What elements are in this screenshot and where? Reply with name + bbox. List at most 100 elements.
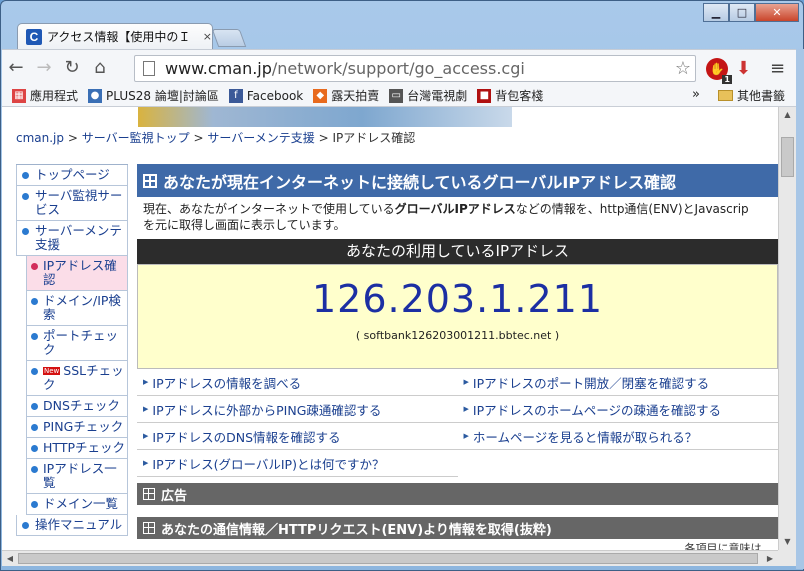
browser-toolbar: ← → ↻ ⌂ www.cman.jp/network/support/go_a… — [2, 49, 804, 85]
bookmark-plus28[interactable]: ● PLUS28 論壇|討論區 — [88, 87, 219, 104]
intro-text: 現在、あなたがインターネットで使用しているグローバルIPアドレスなどの情報を、h… — [137, 197, 778, 235]
bookmark-apps[interactable]: ▦ 應用程式 — [12, 87, 78, 104]
reload-button[interactable]: ↻ — [58, 54, 86, 82]
tab-active[interactable]: C アクセス情報【使用中のＩ × — [17, 23, 213, 49]
link-port-check[interactable]: IPアドレスのポート開放／閉塞を確認する — [457, 369, 778, 396]
link-homepage-check[interactable]: IPアドレスのホームページの疎通を確認する — [457, 396, 778, 423]
breadcrumb-root-link[interactable]: cman.jp — [16, 131, 64, 145]
breadcrumb-separator: > — [67, 131, 78, 145]
other-bookmarks-label: 其他書籤 — [737, 89, 786, 103]
back-button[interactable]: ← — [2, 54, 30, 82]
menu-icon[interactable]: ≡ — [770, 58, 785, 79]
close-window-button[interactable]: ✕ — [755, 3, 799, 22]
scroll-up-arrow-icon[interactable]: ▲ — [779, 107, 796, 123]
sidebar-item-port-check[interactable]: ポートチェック — [26, 326, 128, 361]
bookmark-tv[interactable]: ▭ 台灣電視劇 — [389, 87, 467, 104]
page-icon — [143, 61, 155, 76]
sidebar-item-monitor-service[interactable]: サーバ監視サービス — [16, 186, 128, 221]
facebook-icon: f — [228, 88, 243, 103]
sidebar-item-ip-check[interactable]: IPアドレス確認 — [26, 256, 128, 291]
site-favicon-icon: C — [26, 28, 42, 45]
env-heading: あなたの通信情報／HTTPリクエスト(ENV)より情報を取得(抜粋) — [161, 522, 552, 538]
title-bar: C アクセス情報【使用中のＩ × ▁ □ ✕ — [1, 1, 803, 49]
bookmark-label: PLUS28 論壇|討論區 — [106, 89, 219, 103]
sidebar-item-top[interactable]: トップページ — [16, 165, 128, 186]
header-banner-image — [138, 107, 512, 127]
ad-label: 広告 — [161, 488, 188, 504]
breadcrumb-maint-link[interactable]: サーバーメンテ支援 — [207, 131, 314, 145]
extension-badge: 1 — [722, 75, 732, 84]
tab-close-icon[interactable]: × — [203, 30, 212, 43]
sidebar-item-ping-check[interactable]: PINGチェック — [26, 417, 128, 438]
section-grid-icon — [143, 522, 155, 534]
home-button[interactable]: ⌂ — [86, 54, 114, 82]
hostname-value: ( softbank126203001211.bbtec.net ) — [355, 329, 560, 342]
url-text: www.cman.jp/network/support/go_access.cg… — [165, 59, 525, 78]
sidebar-item-maint-support[interactable]: サーバーメンテ支援 — [16, 221, 128, 256]
bookmark-backpacker[interactable]: ■ 背包客棧 — [477, 87, 543, 104]
forward-button[interactable]: → — [30, 54, 58, 82]
sidebar-item-ssl-check[interactable]: New SSLチェック — [26, 361, 128, 396]
bookmark-label: 背包客棧 — [495, 89, 544, 103]
intro-pre: 現在、あなたがインターネットで使用している — [143, 202, 395, 216]
page-title: あなたが現在インターネットに接続しているグローバルIPアドレス確認 — [163, 172, 677, 192]
apps-icon: ▦ — [12, 88, 26, 103]
bookmark-label: 台灣電視劇 — [407, 89, 468, 103]
vertical-scrollbar[interactable]: ▲ ▼ — [778, 107, 796, 550]
page-heading-bar: あなたが現在インターネットに接続しているグローバルIPアドレス確認 — [137, 164, 778, 197]
other-bookmarks-folder[interactable]: 其他書籤 — [718, 87, 785, 104]
section-grid-icon — [143, 488, 155, 500]
browser-window: C アクセス情報【使用中のＩ × ▁ □ ✕ ← → ↻ ⌂ www.cman.… — [0, 0, 804, 571]
url-path: /network/support/go_access.cgi — [271, 59, 525, 78]
bookmarks-more-chevron-icon[interactable]: » — [692, 87, 700, 102]
extension-download-icon[interactable]: ⬇ — [736, 58, 751, 79]
page-viewport: cman.jp > サーバー監視トップ > サーバーメンテ支援 > IPアドレス… — [2, 107, 778, 550]
ip-box-title: あなたの利用しているIPアドレス — [137, 239, 778, 264]
sidebar-item-manual[interactable]: 操作マニュアル — [16, 515, 128, 536]
intro-post: などの情報を、http通信(ENV)とJavascrip — [515, 202, 749, 216]
vertical-scroll-thumb[interactable] — [781, 137, 794, 177]
intro-bold: グローバルIPアドレス — [394, 202, 516, 216]
scroll-left-arrow-icon[interactable]: ◀ — [2, 551, 18, 567]
window-right-border — [796, 49, 804, 569]
scroll-right-arrow-icon[interactable]: ▶ — [762, 551, 778, 567]
bookmark-star-icon[interactable]: ☆ — [675, 58, 691, 79]
horizontal-scrollbar[interactable]: ◀ ▶ — [2, 550, 778, 566]
bookmarks-bar: ▦ 應用程式 ● PLUS28 論壇|討論區 f Facebook ◆ 露天拍賣 ▭ 台灣… — [2, 85, 804, 107]
ad-section-bar: 広告 — [137, 483, 778, 505]
address-bar[interactable]: www.cman.jp/network/support/go_access.cg… — [134, 55, 696, 82]
bookmark-label: 應用程式 — [30, 89, 79, 103]
bookmark-facebook[interactable]: f Facebook — [228, 88, 304, 103]
sidebar-item-http-check[interactable]: HTTPチェック — [26, 438, 128, 459]
link-what-is-ip[interactable]: IPアドレス(グローバルIP)とは何ですか？ — [137, 450, 458, 477]
cutoff-text: 各項目に意味は... — [684, 542, 773, 550]
maximize-button[interactable]: □ — [729, 3, 755, 22]
tab-title: アクセス情報【使用中のＩ — [46, 30, 191, 44]
link-info-taken[interactable]: ホームページを見ると情報が取られる？ — [457, 423, 778, 450]
new-tab-button[interactable] — [211, 29, 247, 47]
sidebar-item-domain-list[interactable]: ドメイン一覧 — [26, 494, 128, 515]
scroll-down-arrow-icon[interactable]: ▼ — [779, 534, 796, 550]
bookmark-label: Facebook — [246, 88, 304, 103]
intro-line2: を元に取得し画面に表示しています。 — [143, 218, 346, 232]
bookmark-ruten[interactable]: ◆ 露天拍賣 — [313, 87, 379, 104]
url-host: www.cman.jp — [165, 59, 272, 78]
sidebar-item-ip-list[interactable]: IPアドレス一覧 — [26, 459, 128, 494]
breadcrumb-monitor-link[interactable]: サーバー監視トップ — [82, 131, 190, 145]
extension-adblock-icon[interactable]: ✋ 1 — [706, 58, 732, 84]
scrollbar-corner — [778, 550, 796, 566]
ruten-icon: ◆ — [313, 88, 328, 103]
bookmark-label: 露天拍賣 — [331, 89, 380, 103]
sidebar-item-domain-ip-search[interactable]: ドメイン/IP検索 — [26, 291, 128, 326]
sidebar-item-dns-check[interactable]: DNSチェック — [26, 396, 128, 417]
new-badge: New — [43, 367, 61, 375]
link-ip-info[interactable]: IPアドレスの情報を調べる — [137, 369, 458, 396]
breadcrumb-separator: > — [318, 131, 329, 145]
link-ping-check[interactable]: IPアドレスに外部からPING疎通確認する — [137, 396, 458, 423]
link-dns-check[interactable]: IPアドレスのDNS情報を確認する — [137, 423, 458, 450]
breadcrumb: cman.jp > サーバー監視トップ > サーバーメンテ支援 > IPアドレス… — [16, 132, 416, 145]
minimize-button[interactable]: ▁ — [703, 3, 729, 22]
folder-icon — [718, 90, 733, 101]
horizontal-scroll-thumb[interactable] — [18, 553, 758, 564]
section-grid-icon — [143, 173, 157, 188]
